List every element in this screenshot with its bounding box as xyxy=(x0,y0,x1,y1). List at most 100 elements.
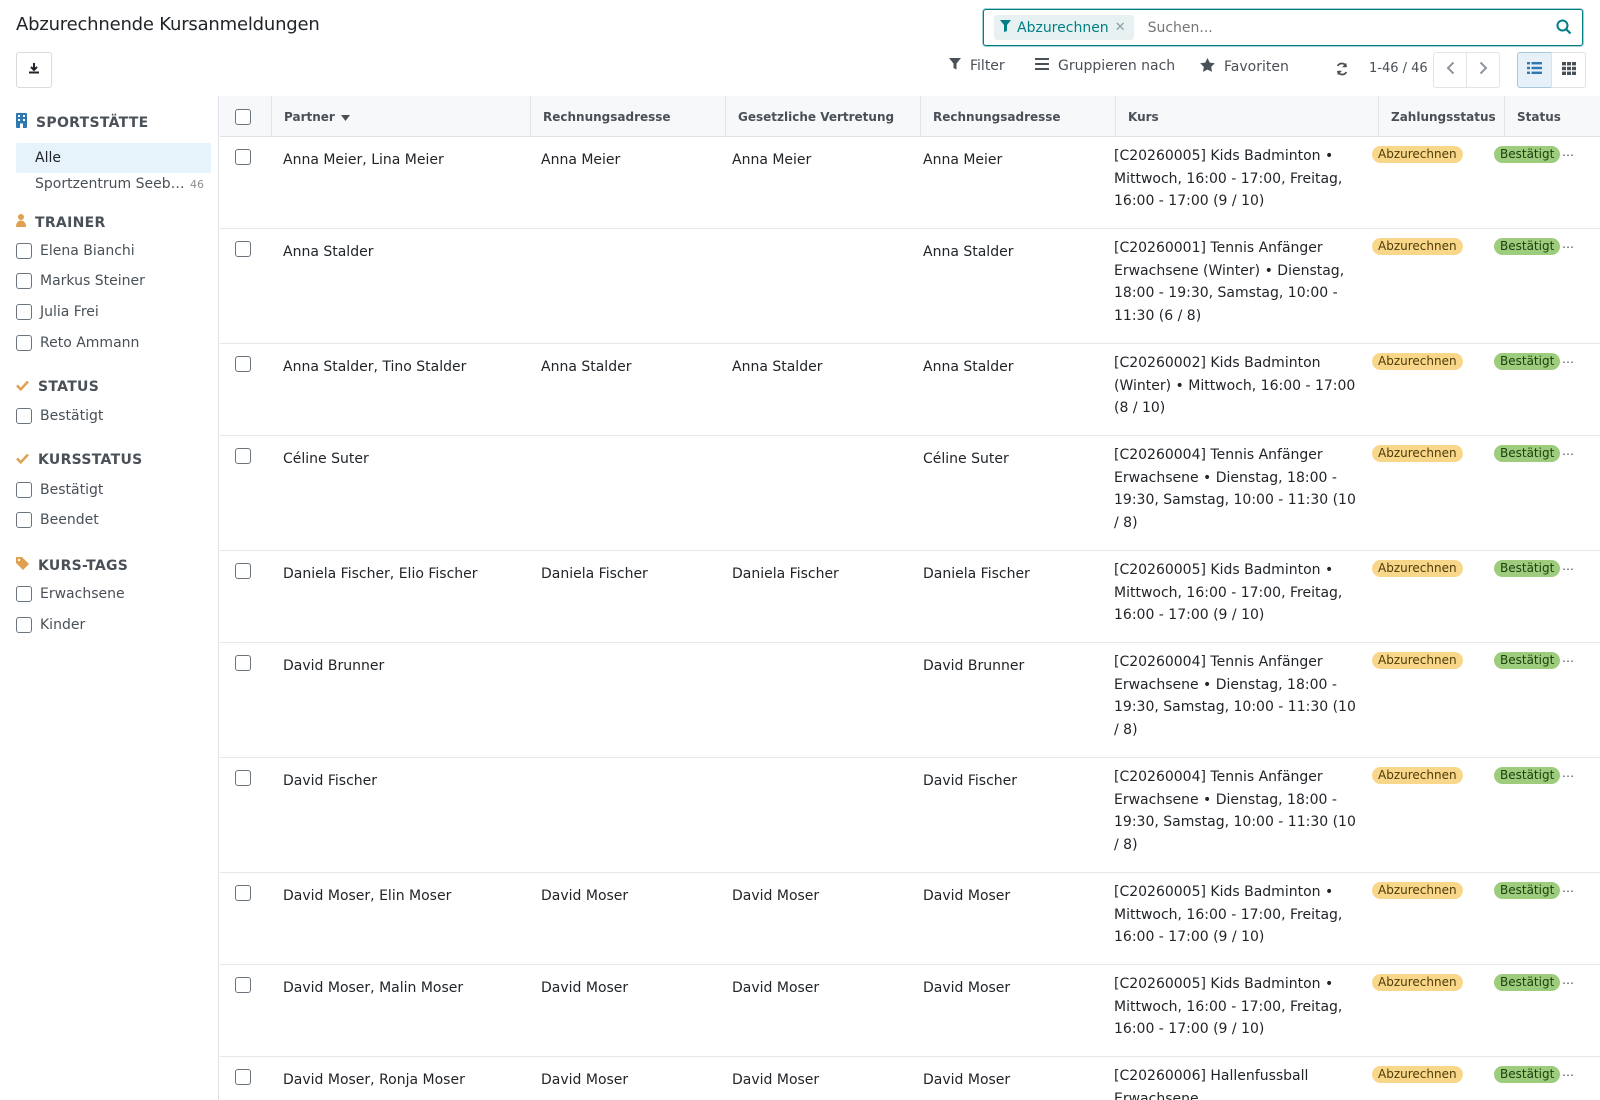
row-checkbox[interactable] xyxy=(235,356,251,372)
status-badge: Bestätigt xyxy=(1494,238,1561,255)
table-row[interactable]: David Moser, Malin Moser David Moser David… xyxy=(220,965,1600,1057)
row-checkbox[interactable] xyxy=(235,149,251,165)
cell-kurs: [C20260001] Tennis Anfänger Erwachsene (W… xyxy=(1114,237,1359,327)
checkbox[interactable] xyxy=(16,512,32,528)
kanban-view-button[interactable] xyxy=(1551,52,1586,88)
filter-status-bestaetigt[interactable]: Bestätigt xyxy=(16,408,103,424)
cell-kurs-line: Mittwoch, 16:00 - 17:00, Freitag, xyxy=(1114,998,1343,1015)
status-badge: Bestätigt xyxy=(1494,353,1561,370)
table-row[interactable]: David Moser, Ronja Moser David Moser David… xyxy=(220,1057,1600,1100)
column-header-partner[interactable]: Partner xyxy=(272,96,531,137)
cell-kurs-line: Erwachsene • Dienstag, 18:00 - xyxy=(1114,791,1337,808)
column-header-rechnungsadresse[interactable]: Rechnungsadresse xyxy=(531,96,726,137)
groupby-dropdown[interactable]: Gruppieren nach xyxy=(1035,58,1175,74)
row-checkbox[interactable] xyxy=(235,885,251,901)
payment-status-badge: Abzurechnen xyxy=(1372,238,1463,255)
cell-gesetzliche-vertretung: Daniela Fischer xyxy=(732,566,839,582)
export-button[interactable] xyxy=(16,52,52,88)
search-input[interactable] xyxy=(1147,19,1582,36)
pager-next-button[interactable] xyxy=(1466,52,1500,88)
checkbox[interactable] xyxy=(16,482,32,498)
payment-status-badge: Abzurechnen xyxy=(1372,1066,1463,1083)
cell-rechnungsadresse: Daniela Fischer xyxy=(541,566,648,582)
pager-previous-button[interactable] xyxy=(1433,52,1467,88)
table-row[interactable]: David Moser, Elin Moser David Moser David … xyxy=(220,873,1600,965)
checkmark-icon xyxy=(16,452,29,468)
column-header-kurs[interactable]: Kurs xyxy=(1116,96,1379,137)
payment-status-badge: Abzurechnen xyxy=(1372,445,1463,462)
cell-kurs: [C20260005] Kids Badminton • Mittwoch, 16… xyxy=(1114,559,1359,627)
filter-kursstatus-bestaetigt[interactable]: Bestätigt xyxy=(16,482,103,498)
cell-kurs-line: [C20260006] Hallenfussball xyxy=(1114,1068,1309,1084)
column-header-gesetzliche-vertretung[interactable]: Gesetzliche Vertretung xyxy=(726,96,921,137)
column-header-rechnungsadresse-2[interactable]: Rechnungsadresse xyxy=(921,96,1116,137)
row-checkbox[interactable] xyxy=(235,655,251,671)
filter-kursstatus-beendet[interactable]: Beendet xyxy=(16,512,99,528)
user-icon xyxy=(16,214,26,231)
cell-rechnungsadresse: Anna Stalder xyxy=(541,359,632,375)
table-row[interactable]: Anna Stalder, Tino Stalder Anna Stalder An… xyxy=(220,344,1600,436)
table-row[interactable]: David Fischer David Fischer [C20260004] Te… xyxy=(220,758,1600,873)
filter-trainer-julia[interactable]: Julia Frei xyxy=(16,304,99,320)
column-header-zahlungsstatus[interactable]: Zahlungsstatus xyxy=(1379,96,1505,137)
payment-status-badge: Abzurechnen xyxy=(1372,652,1463,669)
status-badge: Bestätigt xyxy=(1494,445,1561,462)
search-facet[interactable]: Abzurechnen ✕ xyxy=(994,15,1134,40)
list-table: Partner Rechnungsadresse Gesetzliche Ver… xyxy=(220,96,1600,1100)
cell-kurs-line: 16:00 - 17:00 (9 / 10) xyxy=(1114,607,1265,623)
status-badge: Bestätigt xyxy=(1494,560,1561,577)
checkbox[interactable] xyxy=(16,408,32,424)
filter-tag-erwachsene[interactable]: Erwachsene xyxy=(16,586,125,602)
row-checkbox[interactable] xyxy=(235,1069,251,1085)
checkbox[interactable] xyxy=(16,586,32,602)
status-badge: Bestätigt xyxy=(1494,882,1561,899)
refresh-icon[interactable] xyxy=(1335,62,1349,80)
tag-icon xyxy=(16,557,29,574)
search-bar[interactable]: Abzurechnen ✕ xyxy=(983,9,1583,46)
page-title: Abzurechnende Kursanmeldungen xyxy=(16,14,320,35)
checkbox[interactable] xyxy=(16,243,32,259)
overflow-ellipsis: … xyxy=(1562,145,1574,159)
checkbox[interactable] xyxy=(16,273,32,289)
pager-value[interactable]: 1-46 / 46 xyxy=(1369,61,1428,76)
sidebar-item-sportzentrum[interactable]: Sportzentrum Seeb… xyxy=(35,176,185,192)
table-row[interactable]: Daniela Fischer, Elio Fischer Daniela Fis… xyxy=(220,551,1600,643)
filter-trainer-markus[interactable]: Markus Steiner xyxy=(16,273,145,289)
row-checkbox[interactable] xyxy=(235,977,251,993)
row-checkbox[interactable] xyxy=(235,563,251,579)
remove-facet-icon[interactable]: ✕ xyxy=(1115,20,1126,35)
checkbox[interactable] xyxy=(16,617,32,633)
payment-status-badge: Abzurechnen xyxy=(1372,146,1463,163)
row-checkbox[interactable] xyxy=(235,770,251,786)
filter-trainer-reto[interactable]: Reto Ammann xyxy=(16,335,139,351)
row-checkbox[interactable] xyxy=(235,241,251,257)
row-checkbox[interactable] xyxy=(235,448,251,464)
table-row[interactable]: Céline Suter Céline Suter [C20260004] Tenn… xyxy=(220,436,1600,551)
overflow-ellipsis: … xyxy=(1562,881,1574,895)
select-all-checkbox[interactable] xyxy=(235,108,251,125)
cell-kurs: [C20260005] Kids Badminton • Mittwoch, 16… xyxy=(1114,881,1359,949)
cell-kurs: [C20260004] Tennis Anfänger Erwachsene • … xyxy=(1114,766,1359,856)
cell-kurs-line: (8 / 10) xyxy=(1114,400,1166,416)
search-icon[interactable] xyxy=(1556,19,1572,39)
column-header-status[interactable]: Status xyxy=(1505,96,1600,137)
sidebar-item-count: 46 xyxy=(190,178,204,191)
sidebar-item-alle[interactable]: Alle xyxy=(16,143,211,173)
overflow-ellipsis: … xyxy=(1562,1065,1574,1079)
payment-status-badge: Abzurechnen xyxy=(1372,882,1463,899)
checkbox[interactable] xyxy=(16,335,32,351)
filter-trainer-elena[interactable]: Elena Bianchi xyxy=(16,243,135,259)
cell-partner: David Moser, Elin Moser xyxy=(283,888,452,904)
cell-kurs-line: 19:30, Samstag, 10:00 - 11:30 (10 xyxy=(1114,814,1356,830)
table-row[interactable]: David Brunner David Brunner [C20260004] Te… xyxy=(220,643,1600,758)
list-view-button[interactable] xyxy=(1517,52,1552,88)
filter-tag-kinder[interactable]: Kinder xyxy=(16,617,85,633)
table-row[interactable]: Anna Stalder Anna Stalder [C20260001] Tenn… xyxy=(220,229,1600,344)
checkbox[interactable] xyxy=(16,304,32,320)
filter-dropdown[interactable]: Filter xyxy=(949,58,1005,74)
table-row[interactable]: Anna Meier, Lina Meier Anna Meier Anna Mei… xyxy=(220,137,1600,229)
favorites-dropdown[interactable]: Favoriten xyxy=(1200,58,1289,76)
overflow-ellipsis: … xyxy=(1562,237,1574,251)
cell-gesetzliche-vertretung: David Moser xyxy=(732,1072,820,1088)
cell-partner: Anna Stalder xyxy=(283,244,374,260)
